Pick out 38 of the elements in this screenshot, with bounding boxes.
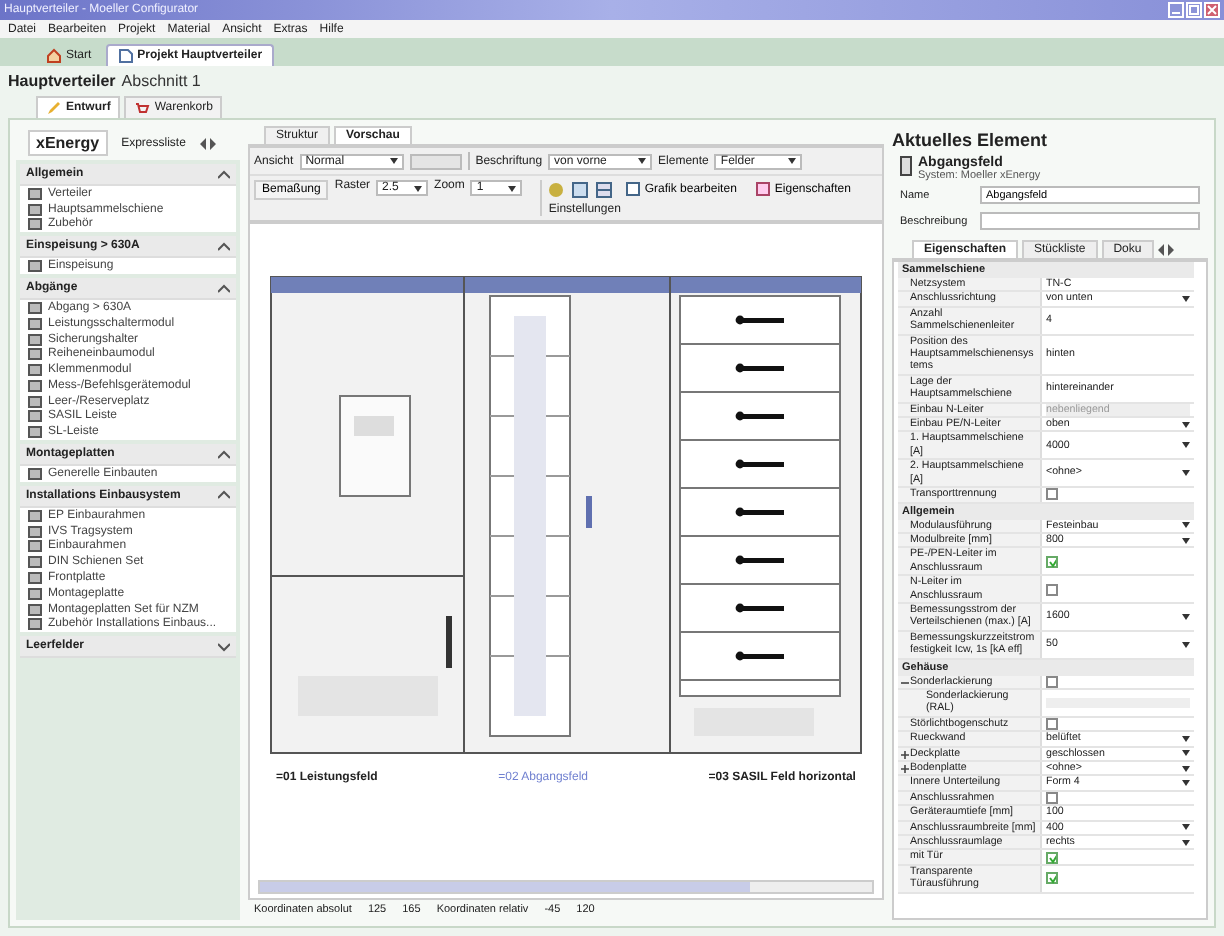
section-subtitle: Abschnitt 1	[121, 72, 201, 90]
property-checkbox[interactable]	[1046, 555, 1058, 568]
property-checkbox[interactable]	[1046, 851, 1058, 864]
module-icon	[28, 260, 42, 273]
horizontal-scrollbar[interactable]	[258, 880, 874, 894]
property-checkbox[interactable]	[1046, 488, 1058, 501]
close-icon	[1206, 4, 1218, 16]
project-title: Hauptverteiler	[8, 72, 116, 90]
palette-icon[interactable]	[548, 181, 565, 197]
chevron-icon	[218, 641, 230, 652]
properties-icon	[756, 182, 771, 196]
property-checkbox[interactable]	[1046, 872, 1058, 885]
property-checkbox[interactable]	[1046, 792, 1058, 805]
tab-scroll-icon[interactable]	[1157, 243, 1174, 255]
switchgear-drawing[interactable]	[270, 276, 862, 756]
panel-title: Aktuelles Element	[892, 128, 1050, 154]
chevron-icon	[218, 241, 230, 252]
close-button[interactable]	[1204, 2, 1220, 18]
chevron-icon	[218, 490, 230, 501]
expander-icon[interactable]	[899, 764, 909, 774]
tab-scroll-icon[interactable]	[199, 137, 216, 149]
catalog-tab[interactable]: xEnergy	[28, 130, 108, 156]
chevron-icon	[218, 169, 230, 179]
module-icon	[28, 468, 42, 481]
expander-icon[interactable]	[899, 749, 909, 760]
frame-icon	[626, 182, 641, 196]
maximize-button[interactable]	[1186, 2, 1202, 18]
cart-icon	[134, 100, 151, 116]
grid-icon[interactable]	[572, 181, 589, 197]
minimize-button[interactable]	[1168, 2, 1184, 18]
maximize-icon	[1188, 4, 1200, 16]
chevron-icon	[218, 283, 230, 294]
expander-icon[interactable]	[899, 677, 909, 688]
cabinet-icon	[900, 156, 912, 176]
table-icon[interactable]	[596, 181, 613, 197]
property-checkbox[interactable]	[1046, 583, 1058, 596]
description-input[interactable]	[980, 212, 1200, 230]
chevron-icon	[218, 449, 230, 460]
